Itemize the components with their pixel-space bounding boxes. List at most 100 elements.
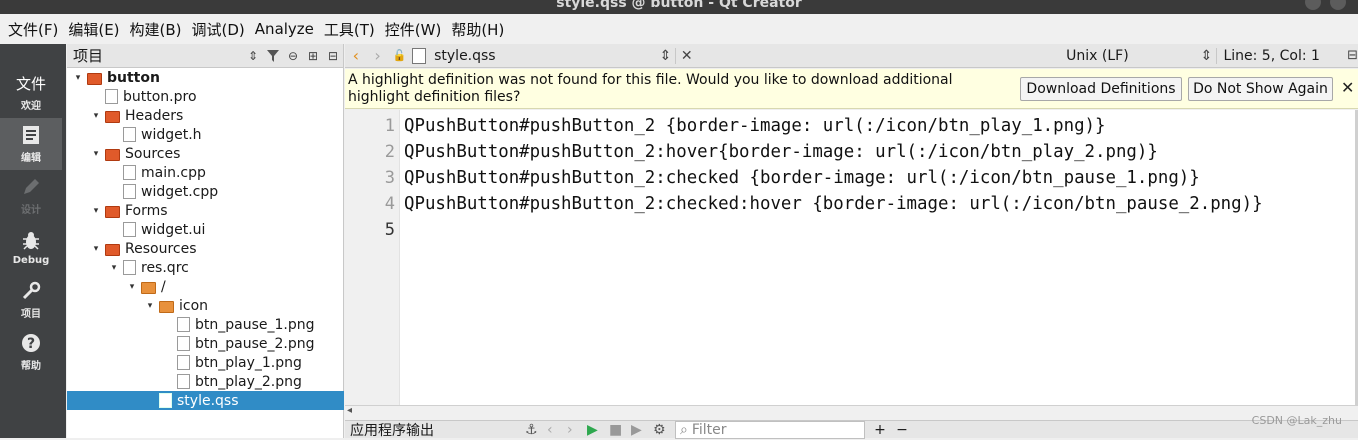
expand-arrow-icon[interactable]: ▾ <box>91 206 101 216</box>
mode-label: 帮助 <box>21 361 41 372</box>
tree-item[interactable]: widget.ui <box>67 220 344 239</box>
filter-input[interactable]: ⌕ Filter <box>675 420 865 439</box>
mode-debug[interactable]: Debug <box>0 222 62 274</box>
mode-label: Debug <box>12 255 50 266</box>
expand-arrow-icon[interactable]: ▾ <box>127 282 137 292</box>
line-number-gutter: 1 2 3 4 5 <box>345 110 400 405</box>
tree-item[interactable]: widget.h <box>67 125 344 144</box>
line-number: 1 <box>384 116 395 136</box>
tree-item-label: style.qss <box>177 392 239 409</box>
tree-item[interactable]: ▾ Sources <box>67 144 344 163</box>
file-icon <box>177 336 190 351</box>
mode-design[interactable]: 设计 <box>0 170 62 222</box>
debug-icon <box>20 230 42 252</box>
mode-edit[interactable]: 编辑 <box>0 118 62 170</box>
tree-item[interactable]: ▾ / <box>67 277 344 296</box>
add-icon[interactable]: + <box>869 422 891 438</box>
folder-icon <box>105 110 120 123</box>
filter-icon[interactable] <box>263 46 283 66</box>
split-editor-icon[interactable]: ⊟ <box>1347 48 1358 63</box>
tree-item-label: Headers <box>125 107 184 124</box>
code-editor[interactable]: 1 2 3 4 5 QPushButton#pushButton_2 {bord… <box>345 110 1358 405</box>
debug-run-icon[interactable]: ▶ <box>631 422 653 438</box>
projects-icon <box>20 280 42 302</box>
menu-file[interactable]: 文件(F) <box>6 19 66 40</box>
tree-item[interactable]: btn_play_1.png <box>67 353 344 372</box>
menu-edit[interactable]: 编辑(E) <box>66 19 127 40</box>
tree-item[interactable]: button.pro <box>67 87 344 106</box>
open-file-name[interactable]: style.qss <box>434 48 659 64</box>
file-icon <box>177 355 190 370</box>
mode-projects[interactable]: 项目 <box>0 274 62 326</box>
cursor-position[interactable]: Line: 5, Col: 1 <box>1216 47 1347 64</box>
mode-label: 欢迎 <box>21 101 41 112</box>
code-line[interactable]: QPushButton#pushButton_2:hover{border-im… <box>404 142 1158 162</box>
close-panel-icon[interactable]: ⊟ <box>323 46 343 66</box>
code-line[interactable]: QPushButton#pushButton_2:checked {border… <box>404 168 1200 188</box>
file-icon <box>123 222 136 237</box>
expand-arrow-icon[interactable]: ▾ <box>73 73 83 83</box>
tree-item[interactable]: main.cpp <box>67 163 344 182</box>
expand-arrow-icon[interactable]: ▾ <box>109 263 119 273</box>
attach-icon[interactable]: ⚓ <box>525 422 547 438</box>
close-file-icon[interactable]: ✕ <box>675 47 697 64</box>
link-icon[interactable]: ⊖ <box>283 46 303 66</box>
tree-item[interactable]: btn_pause_1.png <box>67 315 344 334</box>
highlight-info-bar: A highlight definition was not found for… <box>345 69 1358 109</box>
expand-arrow-icon[interactable]: ▾ <box>91 111 101 121</box>
scroll-left-icon[interactable]: ◂ <box>347 405 352 416</box>
run-icon[interactable]: ▶ <box>587 422 609 438</box>
file-selector-arrows-icon[interactable]: ⇕ <box>660 48 676 64</box>
tree-item[interactable]: ▾ button <box>67 68 344 87</box>
tree-item-label: button.pro <box>123 88 197 105</box>
expand-arrow-icon[interactable]: ▾ <box>145 301 155 311</box>
line-ending-select[interactable]: Unix (LF) <box>1066 48 1200 64</box>
stop-icon[interactable]: ■ <box>609 422 631 438</box>
folder-icon <box>105 205 120 218</box>
forward-arrow-icon[interactable]: › <box>367 46 389 65</box>
expand-arrow-icon[interactable]: ▾ <box>91 244 101 254</box>
close-info-icon[interactable]: ✕ <box>1341 78 1354 97</box>
code-line[interactable]: QPushButton#pushButton_2:checked:hover {… <box>404 194 1263 214</box>
menu-build[interactable]: 构建(B) <box>128 19 190 40</box>
tree-item[interactable]: ▾ icon <box>67 296 344 315</box>
download-definitions-button[interactable]: Download Definitions <box>1020 77 1182 101</box>
menu-widgets[interactable]: 控件(W) <box>383 19 450 40</box>
menu-analyze[interactable]: Analyze <box>253 20 322 38</box>
horizontal-scrollbar[interactable]: ◂ <box>345 405 1358 420</box>
split-icon[interactable]: ⊞ <box>303 46 323 66</box>
tree-item[interactable]: ▾ Resources <box>67 239 344 258</box>
tree-item[interactable]: ▾ res.qrc <box>67 258 344 277</box>
expand-arrow-icon[interactable]: ▾ <box>91 149 101 159</box>
tree-item[interactable]: btn_play_2.png <box>67 372 344 391</box>
tree-item-label: Forms <box>125 202 168 219</box>
remove-icon[interactable]: − <box>891 422 913 438</box>
back-arrow-icon[interactable]: ‹ <box>345 46 367 65</box>
mode-welcome[interactable]: 文件 欢迎 <box>0 66 62 118</box>
settings-icon[interactable]: ⚙ <box>653 422 675 438</box>
tree-item-label: widget.ui <box>141 221 206 238</box>
menu-tools[interactable]: 工具(T) <box>322 19 383 40</box>
tree-item[interactable]: style.qss <box>67 391 344 410</box>
tree-item[interactable]: widget.cpp <box>67 182 344 201</box>
output-pane-title[interactable]: 应用程序输出 <box>345 420 525 440</box>
file-icon <box>123 184 136 199</box>
menu-debug[interactable]: 调试(D) <box>190 19 253 40</box>
tree-item[interactable]: ▾ Forms <box>67 201 344 220</box>
prev-icon[interactable]: ‹ <box>547 422 567 438</box>
folder-icon <box>105 148 120 161</box>
tree-item-label: btn_play_1.png <box>195 354 302 371</box>
tree-item[interactable]: btn_pause_2.png <box>67 334 344 353</box>
file-icon <box>177 374 190 389</box>
do-not-show-again-button[interactable]: Do Not Show Again <box>1188 77 1333 101</box>
tree-item[interactable]: ▾ Headers <box>67 106 344 125</box>
next-icon[interactable]: › <box>567 422 587 438</box>
tree-item-label: Sources <box>125 145 181 162</box>
panel-selector-arrows-icon[interactable]: ⇕ <box>243 46 263 66</box>
menu-help[interactable]: 帮助(H) <box>449 19 512 40</box>
filter-placeholder: Filter <box>691 421 727 438</box>
code-line[interactable]: QPushButton#pushButton_2 {border-image: … <box>404 116 1106 136</box>
mode-help[interactable]: ? 帮助 <box>0 326 62 378</box>
